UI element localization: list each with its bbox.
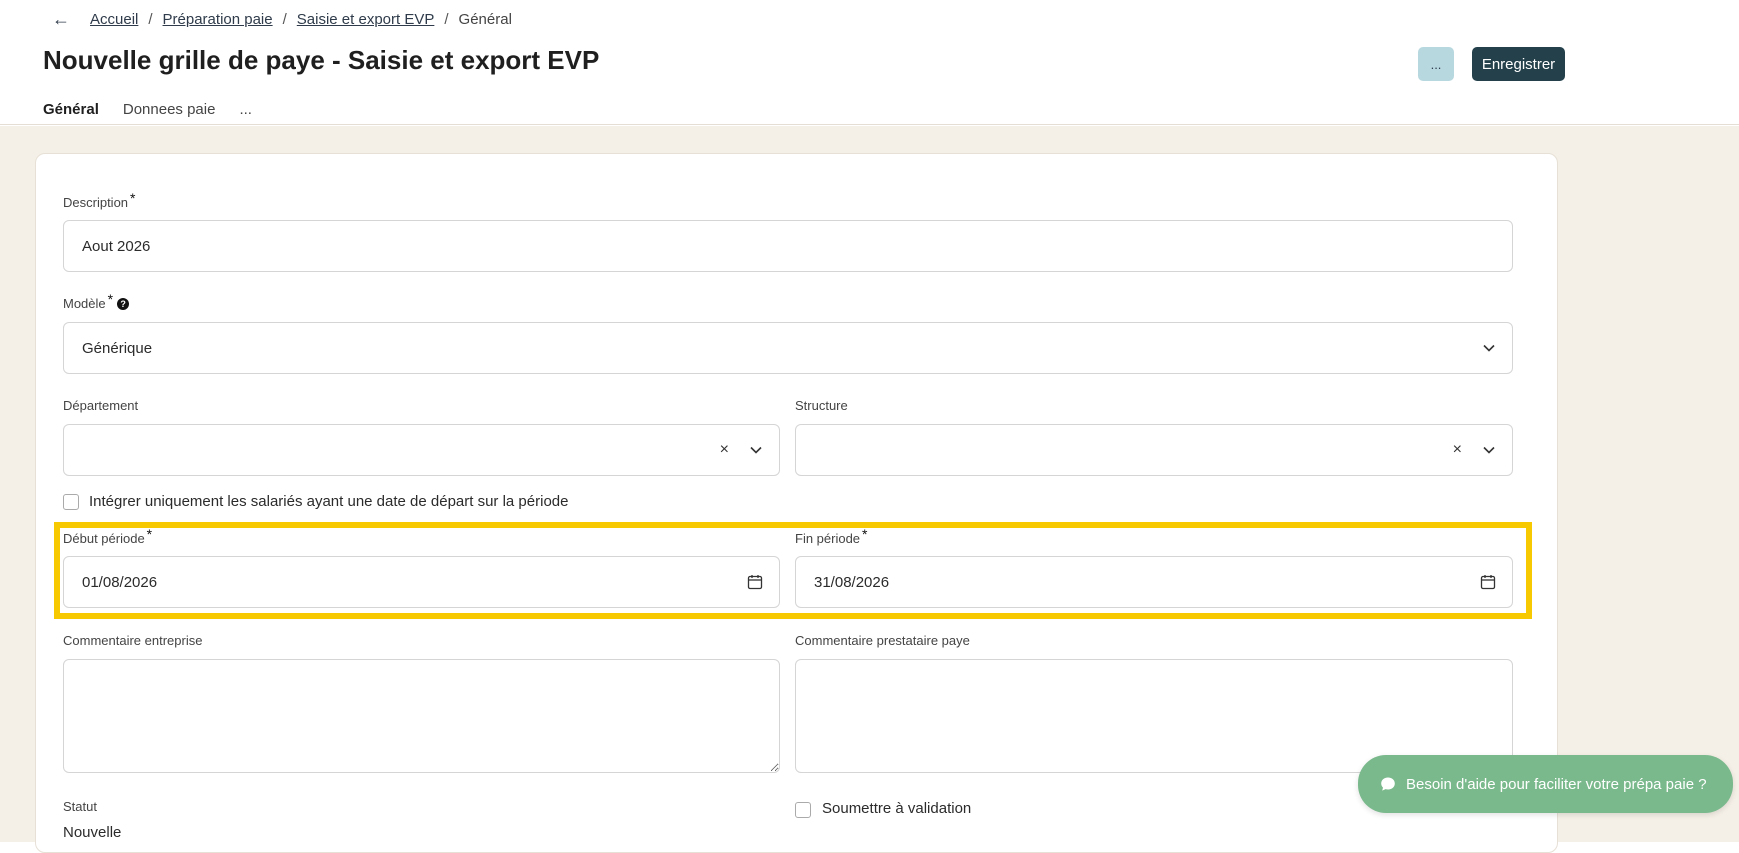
integrer-checkbox[interactable] bbox=[63, 494, 79, 510]
soumettre-checkbox[interactable] bbox=[795, 802, 811, 818]
commentaire-prestataire-label: Commentaire prestataire paye bbox=[795, 633, 970, 648]
fin-periode-label: Fin période * bbox=[795, 526, 868, 546]
structure-select[interactable]: × bbox=[795, 424, 1513, 476]
breadcrumb-saisie-export-evp[interactable]: Saisie et export EVP bbox=[297, 11, 435, 28]
breadcrumb-preparation-paie[interactable]: Préparation paie bbox=[163, 11, 273, 28]
description-label: Description * bbox=[63, 190, 136, 210]
fin-periode-input[interactable]: 31/08/2026 bbox=[795, 556, 1513, 608]
breadcrumb-separator: / bbox=[148, 11, 153, 28]
breadcrumb-separator: / bbox=[444, 11, 449, 28]
debut-periode-label: Début période * bbox=[63, 526, 153, 546]
help-chat-label: Besoin d'aide pour faciliter votre prépa… bbox=[1406, 775, 1707, 793]
chat-icon bbox=[1381, 777, 1395, 791]
tab-donnees-paie[interactable]: Donnees paie bbox=[118, 98, 221, 126]
calendar-icon[interactable] bbox=[747, 574, 763, 590]
help-chat-button[interactable]: Besoin d'aide pour faciliter votre prépa… bbox=[1358, 755, 1733, 813]
back-arrow-icon[interactable]: ← bbox=[52, 9, 70, 30]
soumettre-checkbox-label[interactable]: Soumettre à validation bbox=[822, 800, 971, 817]
more-actions-button[interactable]: ... bbox=[1418, 47, 1454, 81]
statut-value: Nouvelle bbox=[63, 824, 122, 841]
breadcrumb-separator: / bbox=[282, 11, 287, 28]
calendar-icon[interactable] bbox=[1480, 574, 1496, 590]
commentaire-entreprise-textarea[interactable] bbox=[63, 659, 780, 773]
tab-general[interactable]: Général bbox=[38, 98, 104, 130]
chevron-down-icon bbox=[1483, 344, 1495, 352]
structure-label: Structure bbox=[795, 398, 848, 413]
debut-periode-input[interactable]: 01/08/2026 bbox=[63, 556, 780, 608]
content-area: Description * Aout 2026 Modèle *? Génériqu… bbox=[0, 126, 1739, 853]
clear-icon[interactable]: × bbox=[720, 441, 729, 459]
page-title: Nouvelle grille de paye - Saisie et expo… bbox=[43, 45, 600, 75]
commentaire-entreprise-label: Commentaire entreprise bbox=[63, 633, 203, 648]
departement-label: Département bbox=[63, 398, 139, 413]
modele-select[interactable]: Générique bbox=[63, 322, 1513, 374]
modele-label: Modèle *? bbox=[63, 291, 130, 311]
chevron-down-icon bbox=[1483, 446, 1495, 454]
integrer-checkbox-label[interactable]: Intégrer uniquement les salariés ayant u… bbox=[89, 493, 568, 510]
form-card: Description * Aout 2026 Modèle *? Génériqu… bbox=[35, 153, 1558, 853]
clear-icon[interactable]: × bbox=[1453, 441, 1462, 459]
tab-bar: Général Donnees paie ... bbox=[38, 98, 271, 130]
statut-label: Statut bbox=[63, 799, 97, 814]
tab-more[interactable]: ... bbox=[234, 98, 257, 126]
help-icon[interactable]: ? bbox=[117, 298, 130, 310]
save-button[interactable]: Enregistrer bbox=[1472, 47, 1565, 81]
breadcrumb-accueil[interactable]: Accueil bbox=[90, 11, 138, 28]
top-bar: ← Accueil / Préparation paie / Saisie et… bbox=[0, 0, 1739, 130]
chevron-down-icon bbox=[750, 446, 762, 454]
breadcrumb: ← Accueil / Préparation paie / Saisie et… bbox=[52, 9, 512, 30]
description-input[interactable]: Aout 2026 bbox=[63, 220, 1513, 272]
breadcrumb-current: Général bbox=[458, 11, 512, 28]
departement-select[interactable]: × bbox=[63, 424, 780, 476]
